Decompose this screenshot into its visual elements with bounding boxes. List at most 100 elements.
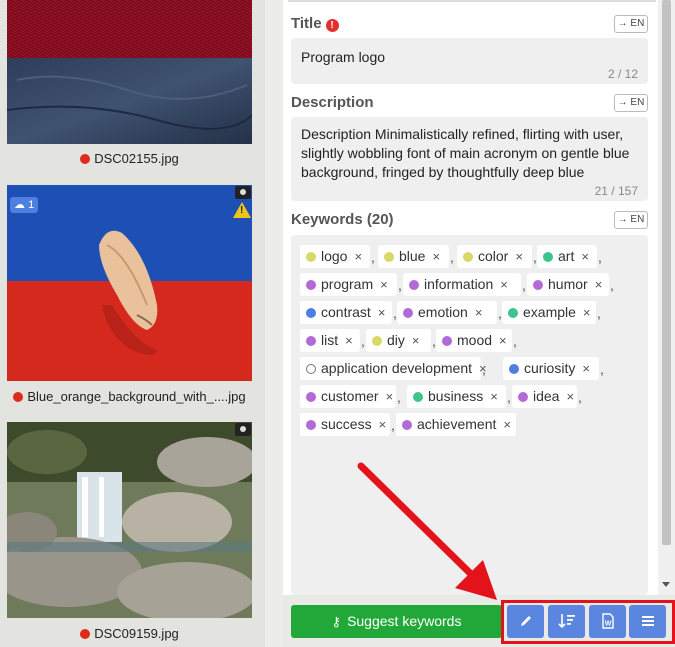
suggest-keywords-button[interactable]: ⚷ Suggest keywords [291,605,502,638]
remove-keyword-icon[interactable]: × [475,301,483,324]
keyword-label: success [321,416,372,432]
remove-keyword-icon[interactable]: × [595,273,603,296]
keyword-label: logo [321,248,348,264]
title-field[interactable]: Program logo 2 / 12 [291,38,648,84]
keyword-category-dot [306,252,316,262]
annotation-arrow [357,462,497,600]
keyword-category-dot [306,336,316,346]
column-divider[interactable] [265,0,283,647]
scrollbar-thumb[interactable] [662,0,671,545]
keyword-chip[interactable]: information × [403,273,521,296]
keyword-label: diy [387,332,405,348]
keyword-chip[interactable]: program × [300,273,397,296]
thumbnail-filename: Blue_orange_background_with_....jpg [7,389,252,404]
keyword-chip[interactable]: art × [537,245,597,268]
remove-keyword-icon[interactable]: × [583,301,591,324]
remove-keyword-icon[interactable]: × [386,385,394,408]
keyword-chip[interactable]: application development × [300,357,487,380]
remove-keyword-icon[interactable]: × [490,385,498,408]
keyword-category-dot [403,308,413,318]
description-field[interactable]: Description Minimalistically refined, fl… [291,117,648,201]
remove-keyword-icon[interactable]: × [354,245,362,268]
keyword-chip[interactable]: logo × [300,245,370,268]
thumbnail-filename: DSC02155.jpg [7,151,252,166]
panel-scrollbar[interactable] [658,0,675,595]
scroll-down-icon[interactable] [662,582,670,587]
keyword-chip[interactable]: example × [502,301,596,324]
thumbnail-image-waterfall[interactable] [7,422,252,618]
keyword-separator: , [397,389,401,405]
keyword-chip[interactable]: business × [407,385,506,408]
keyword-separator: , [610,277,614,293]
keyword-chip[interactable]: idea × [512,385,577,408]
remove-keyword-icon[interactable]: × [566,385,574,408]
remove-keyword-icon[interactable]: × [499,329,507,352]
keyword-label: information [424,276,494,292]
keyword-label: art [558,248,575,264]
menu-button[interactable] [629,605,666,638]
description-translate-button[interactable]: → EN [614,94,648,112]
thumbnail-image-shell[interactable]: ☁ 1 ! [7,185,252,381]
keyword-category-dot [442,336,452,346]
remove-keyword-icon[interactable]: × [412,329,420,352]
remove-keyword-icon[interactable]: × [345,329,353,352]
keyword-separator: , [391,417,395,433]
word-doc-icon: W [601,613,614,629]
keyword-label: list [321,332,339,348]
keywords-heading: Keywords (20) [291,211,394,228]
edit-button[interactable] [507,605,544,638]
remove-keyword-icon[interactable]: × [379,413,387,436]
keyword-separator: , [522,277,526,293]
keyword-chip[interactable]: blue × [378,245,449,268]
keyword-separator: , [482,361,486,377]
keyword-chip[interactable]: contrast × [300,301,392,324]
keyword-separator: , [398,277,402,293]
keyword-separator: , [450,249,454,265]
keyword-chip[interactable]: color × [457,245,532,268]
remove-keyword-icon[interactable]: × [582,357,590,380]
keyword-label: emotion [418,304,468,320]
keyword-chip[interactable]: customer × [300,385,396,408]
pencil-icon [520,616,531,626]
description-char-counter: 21 / 157 [594,184,638,198]
sort-button[interactable] [548,605,585,638]
keyword-separator: , [578,389,582,405]
remove-keyword-icon[interactable]: × [515,245,523,268]
keyword-category-dot [413,392,423,402]
export-word-button[interactable]: W [589,605,626,638]
remove-keyword-icon[interactable]: × [380,273,388,296]
keyword-label: color [478,248,509,264]
title-char-counter: 2 / 12 [607,67,638,81]
keyword-separator: , [371,249,375,265]
keyword-category-dot [409,280,419,290]
keyword-label: customer [321,388,379,404]
keyword-chip[interactable]: curiosity × [503,357,599,380]
camera-icon [235,186,251,199]
thumbnail-image-leather[interactable] [7,0,252,144]
keyword-label: achievement [417,416,497,432]
remove-keyword-icon[interactable]: × [500,273,508,296]
keywords-translate-button[interactable]: → EN [614,211,648,229]
keyword-category-dot [306,280,316,290]
title-heading: Title! [291,15,339,32]
keyword-category-dot [384,252,394,262]
panel-top-border [288,0,656,2]
title-value: Program logo [301,49,386,65]
thumbnail-column: DSC02155.jpg ☁ 1 ! Blue_orange_backgroun… [0,0,265,647]
keyword-chip[interactable]: success × [300,413,390,436]
remove-keyword-icon[interactable]: × [432,245,440,268]
keyword-category-dot [306,364,316,374]
keyword-separator: , [597,305,601,321]
keyword-chip[interactable]: emotion × [397,301,497,324]
keyword-chip[interactable]: list × [300,329,360,352]
keyword-separator: , [361,333,365,349]
keyword-chip[interactable]: humor × [527,273,609,296]
keyword-chip[interactable]: mood × [436,329,512,352]
remove-keyword-icon[interactable]: × [503,413,511,436]
title-translate-button[interactable]: → EN [614,15,648,33]
keyword-chip[interactable]: diy × [366,329,431,352]
remove-keyword-icon[interactable]: × [581,245,589,268]
upload-count-badge: ☁ 1 [10,197,39,213]
remove-keyword-icon[interactable]: × [378,301,386,324]
keyword-chip[interactable]: achievement × [396,413,516,436]
